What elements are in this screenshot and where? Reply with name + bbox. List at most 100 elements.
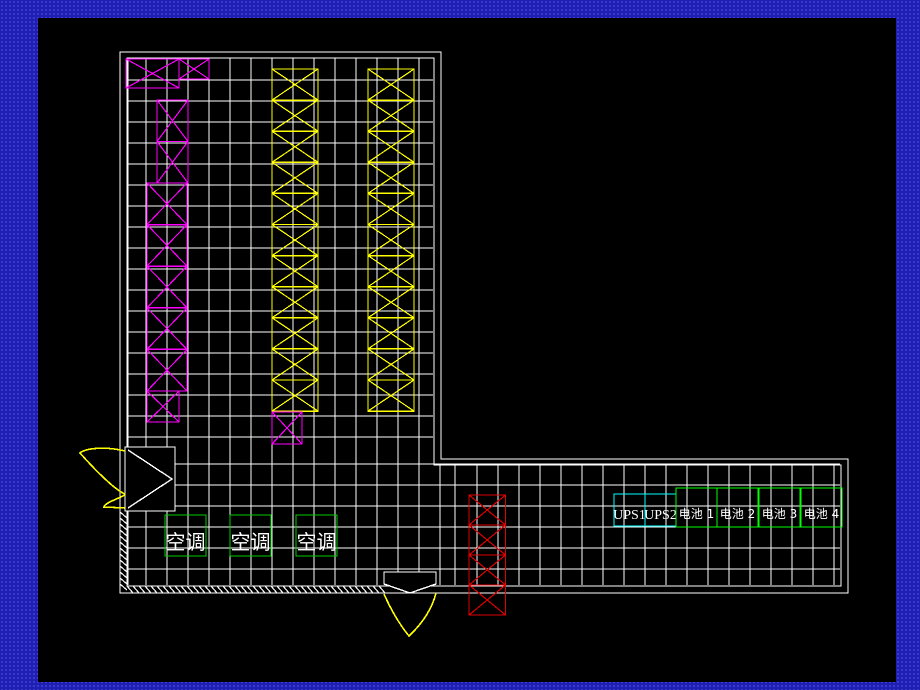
hatch-mark bbox=[366, 585, 374, 594]
yellow-rack-row-1 bbox=[271, 68, 319, 412]
yellow-rack-row-1-cell bbox=[271, 68, 319, 101]
magenta-column-upper-cell bbox=[156, 99, 189, 143]
battery-unit-4: 电池 4 bbox=[800, 487, 843, 528]
hatch-mark bbox=[378, 585, 386, 594]
left-door bbox=[78, 446, 176, 512]
hatch-mark bbox=[180, 585, 188, 594]
hatch-mark bbox=[306, 585, 314, 594]
yellow-rack-row-2-cell bbox=[367, 161, 415, 195]
hatch-mark bbox=[119, 571, 128, 579]
yellow-rack-row-2 bbox=[367, 68, 415, 412]
yellow-rack-row-2-cell bbox=[367, 286, 415, 319]
hatch-mark bbox=[119, 577, 128, 585]
hatch-mark bbox=[126, 585, 134, 594]
machine-room-floor-plan: UPS1UPS2 电池 1 电池 2 电池 3 电池 4 空调 空调 空调 bbox=[78, 51, 849, 638]
hatch-mark bbox=[119, 565, 128, 573]
floor-grid bbox=[127, 58, 840, 585]
hatch-mark bbox=[216, 585, 224, 594]
hatch-mark bbox=[282, 585, 290, 594]
hatch-mark bbox=[318, 585, 326, 594]
yellow-rack-row-2-cell bbox=[367, 68, 415, 101]
hatch-mark bbox=[186, 585, 194, 594]
equipment-layer: UPS1UPS2 电池 1 电池 2 电池 3 电池 4 空调 空调 空调 bbox=[164, 487, 843, 557]
hatch-mark bbox=[192, 585, 200, 594]
hatch-mark bbox=[294, 585, 302, 594]
yellow-rack-row-2-cell bbox=[367, 254, 415, 288]
battery-label: 电池 1 bbox=[679, 507, 714, 521]
yellow-rack-row-1-cell bbox=[271, 161, 319, 195]
ups-label: UPS1 bbox=[613, 508, 646, 523]
hatch-mark bbox=[264, 585, 272, 594]
yellow-rack-row-1-cell bbox=[271, 254, 319, 288]
hatch-mark bbox=[288, 585, 296, 594]
air-conditioner-label: 空调 bbox=[166, 530, 206, 554]
hatch-mark bbox=[270, 585, 278, 594]
hatch-mark bbox=[119, 541, 128, 549]
red-cabinet-row-cell bbox=[468, 494, 507, 526]
red-cabinet-row-cell bbox=[468, 554, 507, 586]
bottom-door bbox=[383, 571, 437, 638]
bottom-door-frame bbox=[383, 571, 437, 594]
hatch-mark bbox=[354, 585, 362, 594]
hatch-mark bbox=[336, 585, 344, 594]
yellow-rack-row-1-cell bbox=[271, 99, 319, 132]
hatch-mark bbox=[119, 547, 128, 555]
red-cabinet-row-cell bbox=[468, 524, 507, 556]
hatch-mark bbox=[138, 585, 146, 594]
hatch-mark bbox=[300, 585, 308, 594]
yellow-rack-row-1-cell bbox=[271, 130, 319, 163]
hatch-mark bbox=[210, 585, 218, 594]
yellow-rack-row-2-cell bbox=[367, 223, 415, 257]
yellow-rack-row-2-cell bbox=[367, 317, 415, 350]
air-conditioner-3: 空调 bbox=[295, 514, 338, 557]
door-swing-arc-icon bbox=[383, 592, 437, 638]
hatch-mark bbox=[119, 535, 128, 543]
hatch-mark bbox=[119, 529, 128, 537]
hatch-mark bbox=[330, 585, 338, 594]
yellow-rack-row-1-cell bbox=[271, 286, 319, 319]
hatch-mark bbox=[204, 585, 212, 594]
ups-label: UPS2 bbox=[644, 508, 677, 523]
battery-unit-3: 电池 3 bbox=[758, 487, 801, 528]
hatch-mark bbox=[360, 585, 368, 594]
hatch-mark bbox=[132, 585, 140, 594]
hatch-mark bbox=[198, 585, 206, 594]
red-cabinet-row bbox=[468, 494, 507, 616]
hatch-mark bbox=[119, 583, 128, 591]
ups-unit-1: UPS1 bbox=[613, 493, 646, 527]
hatch-mark bbox=[312, 585, 320, 594]
magenta-column-end bbox=[146, 390, 180, 423]
hatch-mark bbox=[372, 585, 380, 594]
battery-unit-1: 电池 1 bbox=[675, 487, 718, 528]
hatch-mark bbox=[252, 585, 260, 594]
yellow-rack-row-1-cell bbox=[271, 317, 319, 350]
hatch-mark bbox=[324, 585, 332, 594]
yellow-rack-row-2-cell bbox=[367, 99, 415, 132]
hatch-mark bbox=[119, 511, 128, 519]
hatch-mark bbox=[119, 559, 128, 567]
hatch-mark bbox=[246, 585, 254, 594]
yellow-rack-row-2-cell bbox=[367, 130, 415, 163]
hatch-mark bbox=[150, 585, 158, 594]
magenta-column-upper-cell bbox=[156, 140, 189, 184]
hatch-mark bbox=[174, 585, 182, 594]
air-conditioner-label: 空调 bbox=[297, 530, 337, 554]
hatch-mark bbox=[276, 585, 284, 594]
hatch-mark bbox=[222, 585, 230, 594]
floor-plan-canvas: UPS1 UPS2 电池 1 电池 2 电池 3 电池 4 空调 空调 空调 bbox=[38, 18, 896, 682]
magenta-column-upper bbox=[156, 99, 189, 184]
red-cabinet-row-cell bbox=[468, 584, 507, 616]
yellow-rack-row-1-cell bbox=[271, 192, 319, 226]
yellow-rack-row-1-cell bbox=[271, 223, 319, 257]
door-swing-arc-icon bbox=[78, 447, 126, 495]
hatch-mark bbox=[228, 585, 236, 594]
hatch-mark bbox=[234, 585, 242, 594]
magenta-top-cabinet bbox=[125, 58, 180, 89]
battery-label: 电池 4 bbox=[804, 507, 839, 521]
hatch-mark bbox=[119, 553, 128, 561]
ups-unit-2: UPS2 bbox=[644, 493, 677, 527]
hatch-mark bbox=[156, 585, 164, 594]
air-conditioner-1: 空调 bbox=[164, 514, 207, 557]
door-swing-arc-icon bbox=[102, 494, 126, 509]
air-conditioner-label: 空调 bbox=[231, 530, 271, 554]
